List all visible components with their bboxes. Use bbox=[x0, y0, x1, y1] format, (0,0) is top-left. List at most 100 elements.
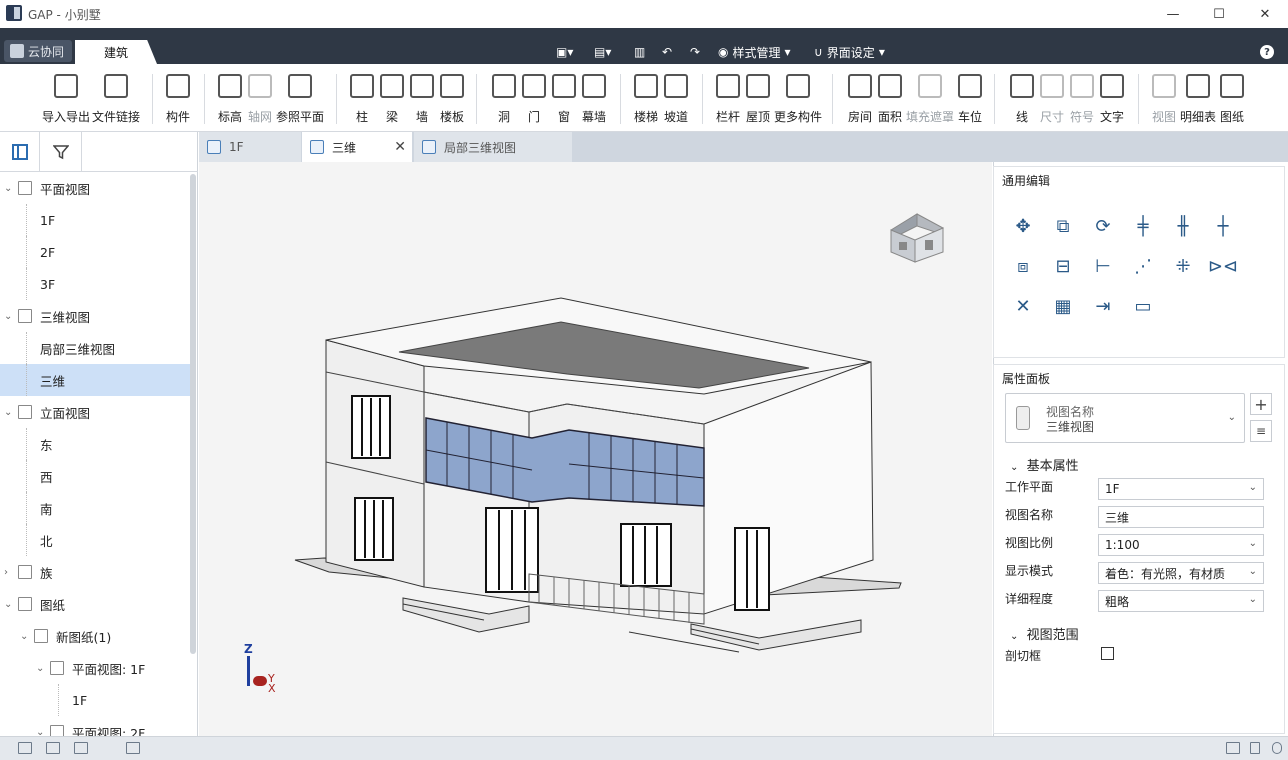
edit-type-button[interactable]: ≡ bbox=[1250, 420, 1272, 442]
room-button[interactable]: 房间 bbox=[848, 72, 872, 128]
mirror-icon[interactable]: ⊳⊲ bbox=[1208, 255, 1238, 277]
tree-item[interactable]: 2F bbox=[0, 236, 190, 268]
tree-item[interactable]: 1F bbox=[0, 204, 190, 236]
tree-item[interactable]: 南 bbox=[0, 492, 190, 524]
window-button[interactable]: 窗 bbox=[552, 72, 576, 128]
parking-button[interactable]: 车位 bbox=[958, 72, 982, 128]
array-icon[interactable]: ⋰ bbox=[1132, 255, 1154, 277]
add-type-button[interactable]: + bbox=[1250, 393, 1272, 415]
view-settings-icon[interactable] bbox=[1226, 742, 1240, 754]
scale-icon[interactable]: ⁜ bbox=[1172, 255, 1194, 277]
filelink-button[interactable]: 文件链接 bbox=[92, 72, 140, 128]
symbol-button[interactable]: 符号 bbox=[1070, 72, 1094, 128]
help-icon[interactable]: ? bbox=[1260, 45, 1274, 59]
refplane-button[interactable]: 参照平面 bbox=[276, 72, 324, 128]
import-button[interactable]: 导入导出 bbox=[42, 72, 90, 128]
view-button[interactable]: 视图 bbox=[1152, 72, 1176, 128]
tree-item[interactable]: ⌄ 平面视图: 1F bbox=[0, 652, 190, 684]
column-button[interactable]: 柱 bbox=[350, 72, 374, 128]
tree-item[interactable]: › 族 bbox=[0, 556, 190, 588]
chevron-down-icon[interactable]: ⌄ bbox=[20, 631, 34, 642]
chevron-right-icon[interactable]: › bbox=[4, 567, 18, 578]
align-icon[interactable]: ⊟ bbox=[1052, 255, 1074, 277]
connect-icon[interactable]: ⇥ bbox=[1092, 295, 1114, 317]
extend-icon[interactable]: ⊢ bbox=[1092, 255, 1114, 277]
roof-button[interactable]: 屋顶 bbox=[746, 72, 770, 128]
redo-icon[interactable]: ↷ bbox=[690, 44, 700, 60]
filter-button[interactable] bbox=[40, 132, 82, 172]
open-file-icon[interactable]: ▤▾ bbox=[594, 44, 611, 60]
view-name-field[interactable]: 三维 bbox=[1098, 506, 1264, 528]
tree-item[interactable]: ⌄ 平面视图 bbox=[0, 172, 190, 204]
more-button[interactable]: 更多构件 bbox=[774, 72, 822, 128]
new-file-icon[interactable]: ▣▾ bbox=[556, 44, 573, 60]
type-selector[interactable]: 视图名称 三维视图 ⌄ bbox=[1005, 393, 1245, 443]
detail-level-select[interactable]: 粗略 ⌄ bbox=[1098, 590, 1264, 612]
tree-item[interactable]: 局部三维视图 bbox=[0, 332, 190, 364]
curtain-button[interactable]: 幕墙 bbox=[582, 72, 606, 128]
beam-button[interactable]: 梁 bbox=[380, 72, 404, 128]
scale-select[interactable]: 1:100 ⌄ bbox=[1098, 534, 1264, 556]
door-button[interactable]: 门 bbox=[522, 72, 546, 128]
delete-icon[interactable]: ✕ bbox=[1012, 295, 1034, 317]
page-icon[interactable] bbox=[1250, 742, 1260, 754]
tree-item[interactable]: 北 bbox=[0, 524, 190, 556]
railing-button[interactable]: 栏杆 bbox=[716, 72, 740, 128]
schedule-button[interactable]: 明细表 bbox=[1180, 72, 1216, 128]
group-icon[interactable]: ▦ bbox=[1052, 295, 1074, 317]
chevron-down-icon[interactable]: ⌄ bbox=[4, 407, 18, 418]
chevron-down-icon[interactable]: ⌄ bbox=[4, 183, 18, 194]
panel-toggle-button[interactable] bbox=[0, 132, 40, 172]
area-button[interactable]: 面积 bbox=[878, 72, 902, 128]
tree-item[interactable]: 1F bbox=[0, 684, 190, 716]
rotate-icon[interactable]: ⟳ bbox=[1092, 215, 1114, 237]
section-box-checkbox[interactable] bbox=[1101, 647, 1114, 660]
tab-cloud-collab[interactable]: 云协同 bbox=[4, 40, 72, 62]
3d-viewport[interactable]: Z Y X bbox=[199, 162, 992, 736]
break-icon[interactable]: ┼ bbox=[1212, 215, 1234, 237]
close-tab-icon[interactable]: ✕ bbox=[394, 139, 406, 155]
tile-view-icon[interactable] bbox=[18, 742, 32, 754]
close-window-button[interactable]: ✕ bbox=[1242, 0, 1288, 28]
doc-tab-3d[interactable]: 三维 ✕ bbox=[302, 132, 412, 162]
trim-icon[interactable]: ╪ bbox=[1132, 215, 1154, 237]
tree-item[interactable]: 西 bbox=[0, 460, 190, 492]
chevron-down-icon[interactable]: ⌄ bbox=[4, 311, 18, 322]
line-button[interactable]: 线 bbox=[1010, 72, 1034, 128]
text-button[interactable]: 文字 bbox=[1100, 72, 1124, 128]
fill-button[interactable]: 填充遮罩 bbox=[906, 72, 954, 128]
split-icon[interactable]: ╫ bbox=[1172, 215, 1194, 237]
style-manager-button[interactable]: ◉ 样式管理 ▾ bbox=[718, 44, 791, 60]
sheet-button[interactable]: 图纸 bbox=[1220, 72, 1244, 128]
tree-item[interactable]: 3F bbox=[0, 268, 190, 300]
settings-icon[interactable] bbox=[1272, 742, 1282, 754]
undo-icon[interactable]: ↶ bbox=[662, 44, 672, 60]
level-button[interactable]: 标高 bbox=[218, 72, 242, 128]
tree-item[interactable]: 东 bbox=[0, 428, 190, 460]
chevron-down-icon[interactable]: ⌄ bbox=[36, 663, 50, 674]
grid-button[interactable]: 轴网 bbox=[248, 72, 272, 128]
tree-item[interactable]: ⌄ 新图纸(1) bbox=[0, 620, 190, 652]
stair-button[interactable]: 楼梯 bbox=[634, 72, 658, 128]
wall-button[interactable]: 墙 bbox=[410, 72, 434, 128]
tree-item[interactable]: ⌄ 图纸 bbox=[0, 588, 190, 620]
view-cube-icon[interactable] bbox=[887, 212, 947, 266]
display-mode-select[interactable]: 着色：有光照，有材质 ⌄ bbox=[1098, 562, 1264, 584]
copy-icon[interactable]: ⧉ bbox=[1052, 215, 1074, 237]
save-icon[interactable]: ▥ bbox=[634, 44, 645, 60]
grid-layout-icon[interactable] bbox=[74, 742, 88, 754]
table-icon[interactable] bbox=[126, 742, 140, 754]
opening-button[interactable]: 洞 bbox=[492, 72, 516, 128]
floor-button[interactable]: 楼板 bbox=[440, 72, 464, 128]
tree-item[interactable]: 三维 bbox=[0, 364, 190, 396]
tree-item[interactable]: ⌄ 三维视图 bbox=[0, 300, 190, 332]
chevron-down-icon[interactable]: ⌄ bbox=[4, 599, 18, 610]
cascade-view-icon[interactable] bbox=[46, 742, 60, 754]
measure-icon[interactable]: ▭ bbox=[1132, 295, 1154, 317]
doc-tab-1f[interactable]: 1F bbox=[199, 132, 301, 162]
maximize-button[interactable]: ☐ bbox=[1196, 0, 1242, 28]
ramp-button[interactable]: 坡道 bbox=[664, 72, 688, 128]
minimize-button[interactable]: — bbox=[1150, 0, 1196, 28]
doc-tab-local-3d[interactable]: 局部三维视图 bbox=[414, 132, 572, 162]
dim-button[interactable]: 尺寸 bbox=[1040, 72, 1064, 128]
